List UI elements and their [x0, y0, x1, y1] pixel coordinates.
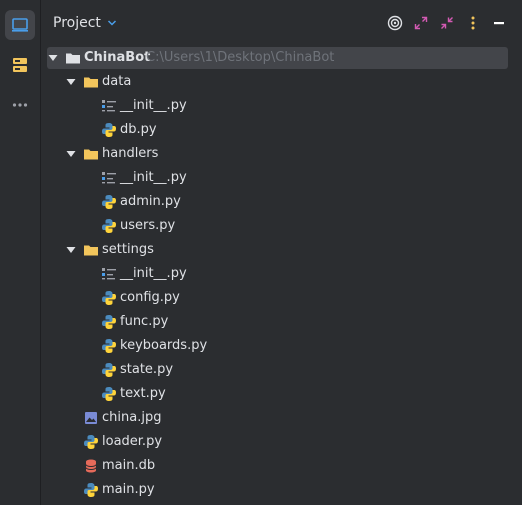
folder-icon — [84, 149, 98, 160]
python-file-icon — [102, 315, 116, 329]
panel-header: Project — [41, 0, 522, 44]
item-label: users.py — [120, 218, 176, 233]
tree-row-func-py[interactable]: func.py — [47, 311, 508, 333]
item-label: settings — [102, 242, 154, 257]
tree-row-data-init[interactable]: __init__.py — [47, 95, 508, 117]
tree-row-text-py[interactable]: text.py — [47, 383, 508, 405]
expand-all-button[interactable] — [413, 15, 429, 31]
item-label: func.py — [120, 314, 169, 329]
item-label: main.py — [102, 482, 155, 497]
tree-row-loader-py[interactable]: loader.py — [47, 431, 508, 453]
tool-window-strip — [0, 0, 41, 505]
python-file-icon — [84, 435, 98, 449]
tree-row-chinabot[interactable]: ChinaBot C:\Users\1\Desktop\ChinaBot — [47, 47, 508, 69]
item-label: handlers — [102, 146, 159, 161]
item-label: data — [102, 74, 132, 89]
item-label: loader.py — [102, 434, 163, 449]
tree-row-main-py[interactable]: main.py — [47, 479, 508, 501]
expand-icon — [414, 16, 428, 30]
target-icon — [387, 15, 403, 31]
tree-row-handlers[interactable]: handlers — [47, 143, 508, 165]
python-file-icon — [102, 219, 116, 233]
python-file-icon — [84, 483, 98, 497]
python-file-icon — [102, 363, 116, 377]
item-label: __init__.py — [120, 170, 187, 185]
tree-row-data[interactable]: data — [47, 71, 508, 93]
tree-row-main-db[interactable]: main.db — [47, 455, 508, 477]
tree-row-admin-py[interactable]: admin.py — [47, 191, 508, 213]
more-tools-button[interactable] — [5, 90, 35, 120]
tree-row-settings-init[interactable]: __init__.py — [47, 263, 508, 285]
tree-row-settings[interactable]: settings — [47, 239, 508, 261]
python-file-icon — [102, 195, 116, 209]
tree-row-db-py[interactable]: db.py — [47, 119, 508, 141]
tree-row-handlers-init[interactable]: __init__.py — [47, 167, 508, 189]
folder-icon — [66, 53, 80, 64]
root-path: C:\Users\1\Desktop\ChinaBot — [146, 50, 335, 65]
chevron-down-icon[interactable] — [107, 18, 117, 28]
structure-tool-button[interactable] — [5, 50, 35, 80]
expanded-arrow-icon[interactable] — [48, 53, 58, 63]
item-label: china.jpg — [102, 410, 162, 425]
python-file-icon — [102, 291, 116, 305]
init-file-icon — [102, 268, 116, 280]
project-panel: Project ChinaBot C:\Users\1\Desktop\Chin… — [41, 0, 522, 505]
item-label: text.py — [120, 386, 166, 401]
more-icon — [12, 103, 28, 107]
database-file-icon — [85, 459, 97, 473]
options-button[interactable] — [465, 15, 481, 31]
item-label: db.py — [120, 122, 157, 137]
item-label: main.db — [102, 458, 156, 473]
panel-title[interactable]: Project — [53, 15, 101, 31]
tree-row-users-py[interactable]: users.py — [47, 215, 508, 237]
tree-row-state-py[interactable]: state.py — [47, 359, 508, 381]
collapse-icon — [441, 17, 453, 29]
tree-row-keyboards-py[interactable]: keyboards.py — [47, 335, 508, 357]
select-opened-file-button[interactable] — [387, 15, 403, 31]
image-file-icon — [85, 412, 97, 424]
init-file-icon — [102, 172, 116, 184]
item-label: admin.py — [120, 194, 181, 209]
minimize-icon — [494, 22, 504, 25]
item-label: keyboards.py — [120, 338, 208, 353]
item-label: __init__.py — [120, 266, 187, 281]
python-file-icon — [102, 387, 116, 401]
root-name: ChinaBot — [84, 50, 151, 65]
options-icon — [471, 16, 475, 30]
item-label: __init__.py — [120, 98, 187, 113]
folder-icon — [84, 245, 98, 256]
project-tool-button[interactable] — [5, 10, 35, 40]
expanded-arrow-icon[interactable] — [66, 149, 76, 159]
tree-row-china-jpg[interactable]: china.jpg — [47, 407, 508, 429]
structure-icon — [13, 58, 27, 72]
folder-icon — [84, 77, 98, 88]
project-icon — [12, 18, 28, 32]
item-label: config.py — [120, 290, 180, 305]
expanded-arrow-icon[interactable] — [66, 245, 76, 255]
tree-row-config-py[interactable]: config.py — [47, 287, 508, 309]
collapse-all-button[interactable] — [439, 15, 455, 31]
init-file-icon — [102, 100, 116, 112]
item-label: state.py — [120, 362, 174, 377]
python-file-icon — [102, 339, 116, 353]
hide-panel-button[interactable] — [491, 15, 507, 31]
python-file-icon — [102, 123, 116, 137]
expanded-arrow-icon[interactable] — [66, 77, 76, 87]
